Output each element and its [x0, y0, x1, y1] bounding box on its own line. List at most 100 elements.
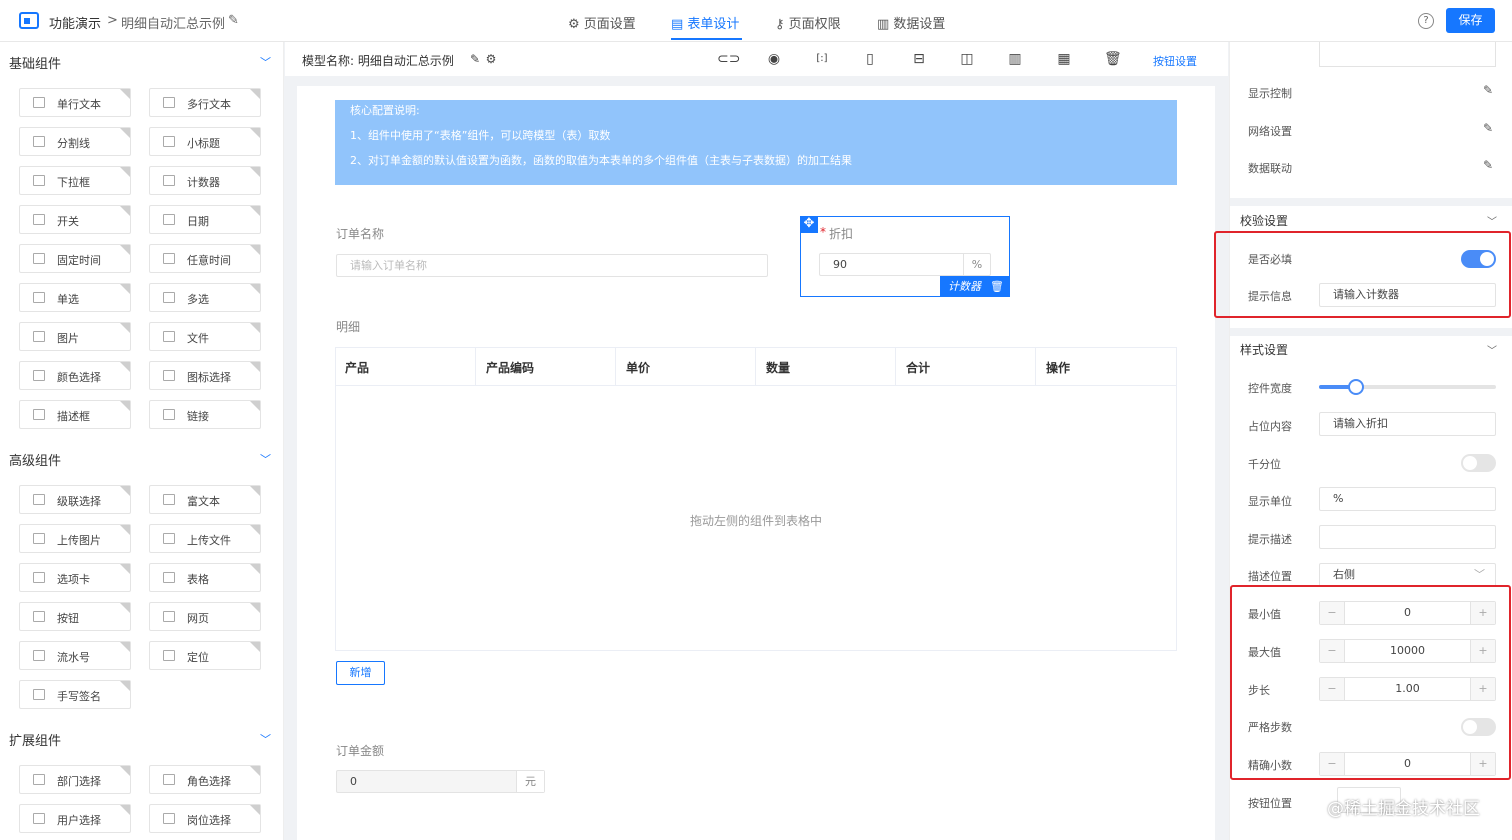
palette-item[interactable]: 角色选择: [149, 765, 261, 794]
button-settings-link[interactable]: 按钮设置: [1153, 53, 1197, 69]
palette-item[interactable]: 图标选择: [149, 361, 261, 390]
palette-item[interactable]: 小标题: [149, 127, 261, 156]
note-title: 核心配置说明:: [350, 104, 420, 117]
palette-section-title[interactable]: 基础组件: [9, 53, 61, 72]
order-amount-input[interactable]: 0 元: [336, 770, 545, 793]
tab-page-settings[interactable]: ⚙ 页面设置: [568, 13, 636, 32]
palette-item[interactable]: 多选: [149, 283, 261, 312]
link-icon[interactable]: ⊂⊃: [717, 51, 740, 67]
palette-item[interactable]: 颜色选择: [19, 361, 131, 390]
palette-item[interactable]: 计数器: [149, 166, 261, 195]
validation-section-title[interactable]: 校验设置: [1240, 212, 1288, 229]
palette-item[interactable]: 部门选择: [19, 765, 131, 794]
discount-input[interactable]: 90 %: [819, 253, 991, 276]
display-unit-input[interactable]: %: [1319, 487, 1496, 511]
tab-data-settings[interactable]: ▥ 数据设置: [877, 13, 945, 32]
palette-item[interactable]: 级联选择: [19, 485, 131, 514]
key-icon: ⚷: [775, 17, 789, 32]
component-icon: [33, 136, 45, 147]
thousands-separator-toggle[interactable]: [1461, 454, 1496, 472]
display-control-label: 显示控制: [1248, 87, 1292, 100]
palette-item[interactable]: 任意时间: [149, 244, 261, 273]
save-button[interactable]: 保存: [1446, 8, 1495, 33]
app-name[interactable]: 功能演示: [49, 13, 101, 32]
edit-icon[interactable]: ✎: [1483, 121, 1493, 135]
palette-item[interactable]: 多行文本: [149, 88, 261, 117]
palette-item[interactable]: 上传文件: [149, 524, 261, 553]
layout-2col-icon[interactable]: ◫: [959, 51, 975, 67]
chevron-down-icon[interactable]: ﹀: [1487, 342, 1497, 357]
style-section-title[interactable]: 样式设置: [1240, 341, 1288, 358]
palette-item[interactable]: 日期: [149, 205, 261, 234]
palette-item[interactable]: 定位: [149, 641, 261, 670]
palette-item[interactable]: 岗位选择: [149, 804, 261, 833]
component-icon: [163, 292, 175, 303]
column-divider: [895, 348, 896, 386]
placeholder-input[interactable]: 请输入折扣: [1319, 412, 1496, 436]
move-icon[interactable]: ✥: [800, 216, 818, 233]
palette-item[interactable]: 网页: [149, 602, 261, 631]
hint-desc-input[interactable]: [1319, 525, 1496, 549]
palette-item-label: 下拉框: [57, 176, 90, 189]
palette-section-title[interactable]: 高级组件: [9, 450, 61, 469]
palette-item[interactable]: 分割线: [19, 127, 131, 156]
palette-item[interactable]: 文件: [149, 322, 261, 351]
edit-name-icon[interactable]: ✎: [228, 13, 239, 28]
palette-item[interactable]: 固定时间: [19, 244, 131, 273]
control-width-slider[interactable]: [1319, 379, 1496, 395]
eye-icon[interactable]: ◉: [766, 51, 782, 67]
watermark: @稀土掘金技术社区: [1327, 799, 1480, 819]
required-mark: *: [820, 225, 826, 239]
palette-item[interactable]: 图片: [19, 322, 131, 351]
chevron-down-icon[interactable]: ﹀: [1487, 213, 1497, 228]
palette-item[interactable]: 手写签名: [19, 680, 131, 709]
palette-item[interactable]: 表格: [149, 563, 261, 592]
palette-item[interactable]: 开关: [19, 205, 131, 234]
tab-page-permissions[interactable]: ⚷ 页面权限: [775, 13, 841, 32]
component-icon: [33, 689, 45, 700]
component-icon: [33, 611, 45, 622]
palette-item[interactable]: 单选: [19, 283, 131, 312]
add-row-button[interactable]: 新增: [336, 661, 385, 685]
palette-item[interactable]: 用户选择: [19, 804, 131, 833]
code-icon[interactable]: [:]: [814, 51, 830, 67]
palette-item-label: 部门选择: [57, 775, 101, 788]
edit-icon[interactable]: ✎: [1483, 83, 1493, 97]
delete-component-icon[interactable]: 🗑: [990, 276, 1004, 297]
chevron-down-icon[interactable]: ﹀: [260, 731, 271, 747]
edit-icon[interactable]: ✎: [1483, 158, 1493, 172]
settings-icon[interactable]: ⚙: [483, 51, 499, 67]
palette-item[interactable]: 流水号: [19, 641, 131, 670]
tablet-icon[interactable]: ▯: [862, 51, 878, 67]
palette-item-label: 固定时间: [57, 254, 101, 267]
slider-handle[interactable]: [1348, 379, 1365, 395]
palette-item[interactable]: 选项卡: [19, 563, 131, 592]
palette-item[interactable]: 富文本: [149, 485, 261, 514]
palette-item[interactable]: 按钮: [19, 602, 131, 631]
layout-4col-icon[interactable]: ▦: [1056, 51, 1072, 67]
component-icon: [163, 253, 175, 264]
palette-item[interactable]: 描述框: [19, 400, 131, 429]
desc-position-select[interactable]: 右侧 ﹀: [1319, 563, 1496, 587]
palette-item[interactable]: 单行文本: [19, 88, 131, 117]
palette-item[interactable]: 下拉框: [19, 166, 131, 195]
display-unit-label: 显示单位: [1248, 495, 1292, 508]
chevron-down-icon[interactable]: ﹀: [260, 54, 271, 70]
component-icon: [163, 97, 175, 108]
component-icon: [163, 136, 175, 147]
palette-item[interactable]: 链接: [149, 400, 261, 429]
edit-model-icon[interactable]: ✎: [467, 51, 483, 67]
trash-icon[interactable]: 🗑: [1104, 51, 1122, 67]
palette-item[interactable]: 上传图片: [19, 524, 131, 553]
help-icon[interactable]: ?: [1418, 13, 1434, 29]
layout-3col-icon[interactable]: ▥: [1007, 51, 1023, 67]
palette-section-title[interactable]: 扩展组件: [9, 730, 61, 749]
layout-rows-icon[interactable]: ⊟: [911, 51, 927, 67]
tab-form-design[interactable]: ▤ 表单设计: [671, 13, 739, 32]
component-icon: [163, 331, 175, 342]
component-icon: [163, 175, 175, 186]
order-name-input[interactable]: 请输入订单名称: [336, 254, 768, 277]
chevron-down-icon[interactable]: ﹀: [260, 451, 271, 467]
number-settings-highlight-box: [1230, 585, 1511, 780]
textarea-field[interactable]: [1319, 42, 1496, 67]
